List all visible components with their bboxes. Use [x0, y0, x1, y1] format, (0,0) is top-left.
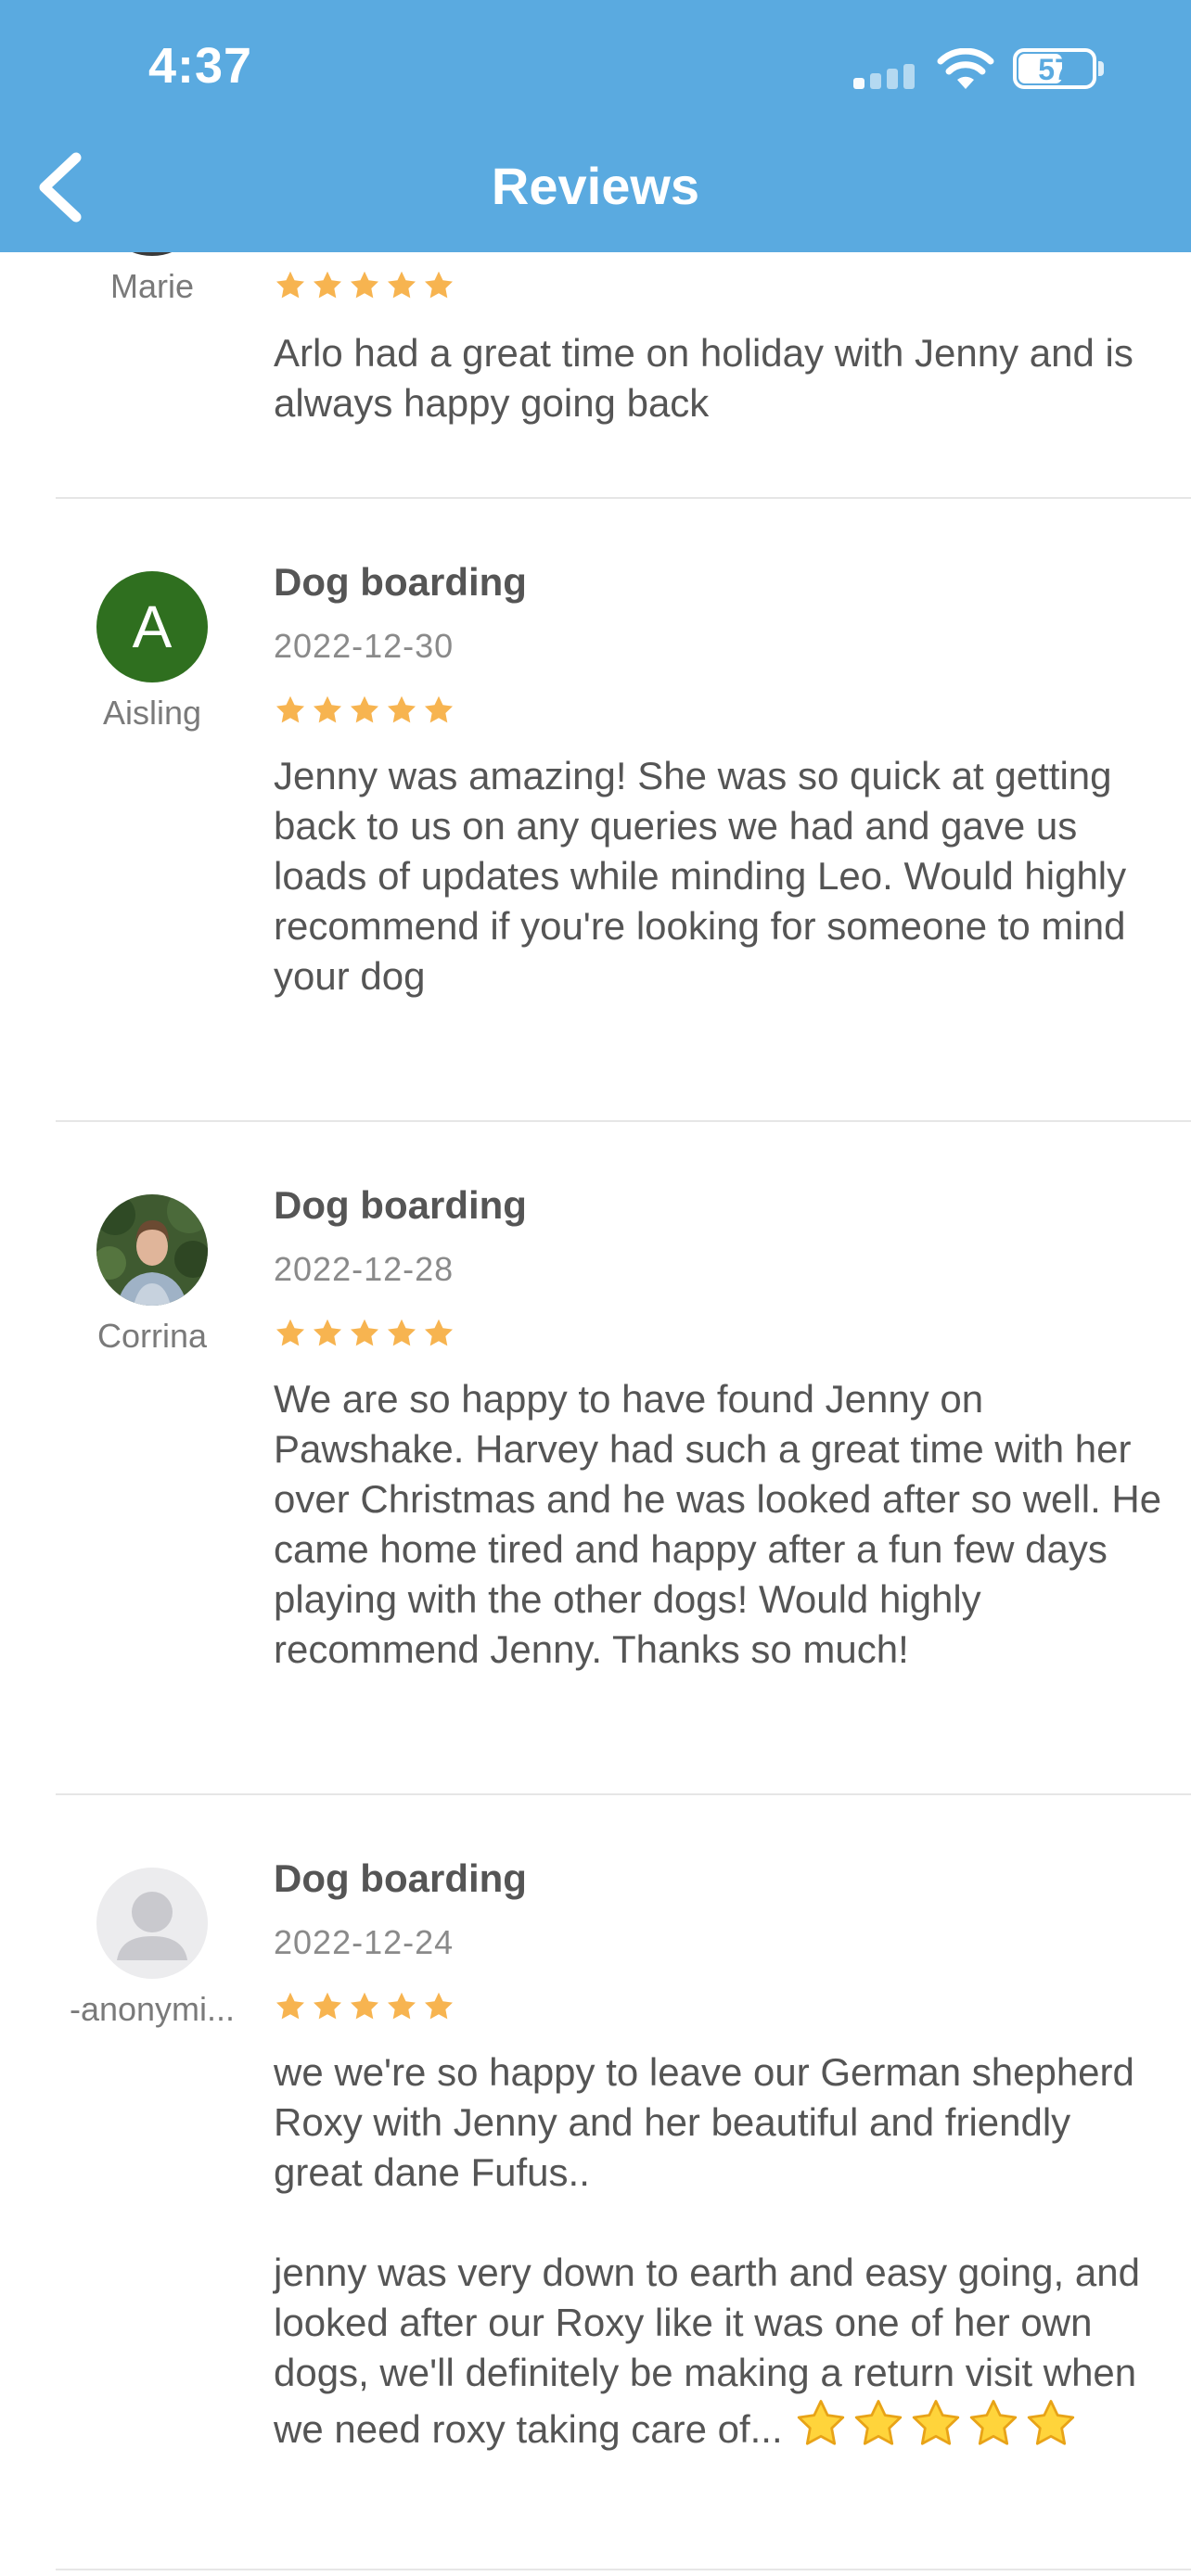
review-date: 2022-12-24 [274, 1923, 455, 1961]
reviewer-name: Corrina [96, 1317, 208, 1355]
star-icon [311, 1990, 344, 2023]
star-icon [348, 694, 381, 727]
star-icon [311, 1317, 344, 1350]
review-item: Corrina Dog boarding 2022-12-28 We are s… [0, 1122, 1191, 1797]
review-text: Jenny was amazing! She was so quick at g… [274, 751, 1164, 1001]
review-item: A Aisling Dog boarding 2022-12-30 Jenny … [0, 499, 1191, 1124]
navigation-header: 4:37 57 Reviews [0, 0, 1191, 252]
reviewer-avatar-placeholder[interactable] [96, 1868, 208, 1979]
review-text: we we're so happy to leave our German sh… [274, 2047, 1164, 2455]
reviewer-name: Marie [109, 267, 195, 305]
review-item: -anonymi... Dog boarding 2022-12-24 we w… [0, 1795, 1191, 2576]
star-icon [385, 269, 418, 302]
battery-level: 57 [1038, 53, 1071, 86]
star-icon [385, 694, 418, 727]
star-emoji-icon [794, 2398, 848, 2450]
star-icon [422, 1990, 455, 2023]
divider [56, 2569, 1191, 2570]
star-rating [274, 1990, 455, 2023]
star-emoji-icon [909, 2398, 963, 2450]
battery-cap [1098, 61, 1104, 76]
review-paragraph-2: jenny was very down to earth and easy go… [274, 2248, 1164, 2455]
service-type: Dog boarding [274, 560, 527, 604]
star-icon [385, 1990, 418, 2023]
star-rating [274, 1317, 455, 1350]
review-text: Arlo had a great time on holiday with Je… [274, 328, 1164, 428]
star-icon [348, 1990, 381, 2023]
star-emoji-icon [967, 2398, 1020, 2450]
star-icon [348, 1317, 381, 1350]
star-icon [348, 269, 381, 302]
reviewer-name: Aisling [102, 694, 202, 732]
star-icon [274, 1990, 307, 2023]
wifi-icon [937, 48, 994, 89]
review-paragraph: Arlo had a great time on holiday with Je… [274, 331, 1133, 425]
star-rating [274, 269, 455, 302]
star-icon [311, 694, 344, 727]
star-icon [274, 694, 307, 727]
review-paragraph: we we're so happy to leave our German sh… [274, 2050, 1134, 2194]
page-title: Reviews [491, 157, 700, 215]
star-icon [311, 269, 344, 302]
star-emoji-icon [852, 2398, 905, 2450]
review-date: 2022-12-30 [274, 627, 455, 665]
status-time: 4:37 [148, 38, 253, 94]
review-text: We are so happy to have found Jenny on P… [274, 1374, 1164, 1675]
reviewer-avatar-photo[interactable] [96, 1194, 208, 1306]
reviewer-name: -anonymi... [69, 1990, 236, 2028]
reviewer-avatar[interactable]: A [96, 571, 208, 682]
star-icon [385, 1317, 418, 1350]
review-paragraph: We are so happy to have found Jenny on P… [274, 1377, 1162, 1671]
person-icon [117, 1892, 187, 1960]
service-type: Dog boarding [274, 1183, 527, 1227]
star-icon [422, 1317, 455, 1350]
emoji-stars [794, 2398, 1078, 2450]
service-type: Dog boarding [274, 1856, 527, 1900]
star-icon [422, 269, 455, 302]
battery-icon: 57 [1013, 48, 1096, 89]
star-emoji-icon [1024, 2398, 1078, 2450]
review-paragraph: Jenny was amazing! She was so quick at g… [274, 754, 1127, 998]
cellular-signal-icon [853, 61, 918, 89]
star-icon [274, 269, 307, 302]
star-icon [422, 694, 455, 727]
review-date: 2022-12-28 [274, 1250, 455, 1288]
star-icon [274, 1317, 307, 1350]
star-rating [274, 694, 455, 727]
